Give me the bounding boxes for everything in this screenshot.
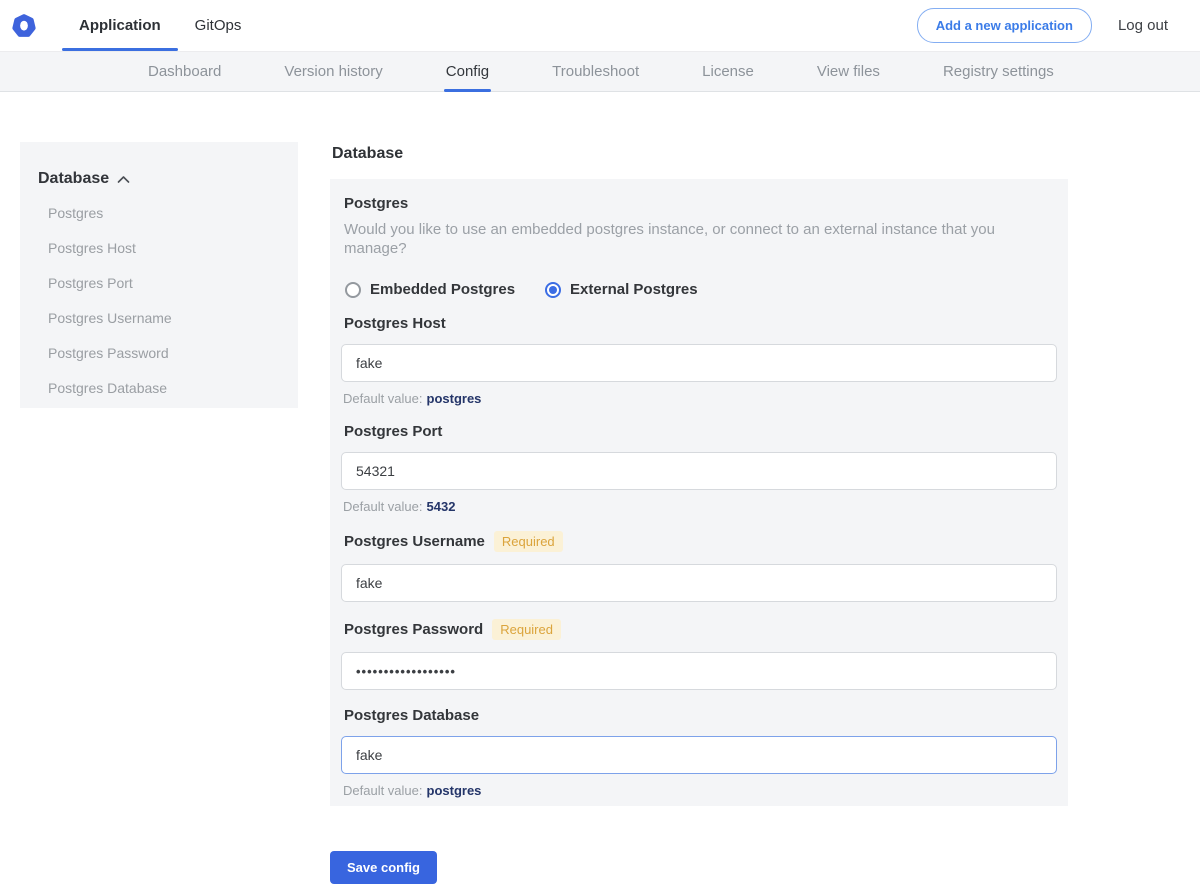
field-label: Postgres Port <box>344 423 442 440</box>
save-config-button[interactable]: Save config <box>330 851 437 884</box>
subnav-config[interactable]: Config <box>446 52 489 91</box>
radio-embedded-postgres-label: Embedded Postgres <box>370 281 515 298</box>
field-postgres-password: Postgres Password Required <box>341 619 1057 690</box>
postgres-host-input[interactable] <box>341 344 1057 382</box>
default-value-prefix: Default value: <box>343 391 423 406</box>
config-group-card: Postgres Would you like to use an embedd… <box>330 179 1068 806</box>
postgres-username-input[interactable] <box>341 564 1057 602</box>
logout-button[interactable]: Log out <box>1118 17 1168 34</box>
radio-selected-icon <box>545 282 561 298</box>
field-label: Postgres Password <box>344 621 483 638</box>
sidebar-items: Postgres Postgres Host Postgres Port Pos… <box>38 204 280 398</box>
app-logo-icon[interactable] <box>10 12 38 40</box>
default-value: 5432 <box>427 499 456 514</box>
default-value-line: Default value: postgres <box>343 391 1057 406</box>
radio-external-postgres-label: External Postgres <box>570 281 698 298</box>
default-value-prefix: Default value: <box>343 499 423 514</box>
tab-gitops-label: GitOps <box>195 17 242 34</box>
default-value: postgres <box>427 783 482 798</box>
add-application-button[interactable]: Add a new application <box>917 8 1092 43</box>
page-title: Database <box>332 145 1068 163</box>
app-subnav: Dashboard Version history Config Trouble… <box>0 51 1200 92</box>
sidebar-item-postgres-host[interactable]: Postgres Host <box>38 239 280 258</box>
default-value-line: Default value: postgres <box>343 783 1057 798</box>
radio-unselected-icon <box>345 282 361 298</box>
postgres-port-input[interactable] <box>341 452 1057 490</box>
subnav-troubleshoot[interactable]: Troubleshoot <box>552 52 639 91</box>
sidebar-item-postgres-database[interactable]: Postgres Database <box>38 379 280 398</box>
field-postgres-host: Postgres Host Default value: postgres <box>341 315 1057 406</box>
field-postgres-username: Postgres Username Required <box>341 531 1057 602</box>
top-nav-bar: Application GitOps Add a new application… <box>0 0 1200 51</box>
subnav-version-history[interactable]: Version history <box>284 52 382 91</box>
sidebar-item-postgres-username[interactable]: Postgres Username <box>38 309 280 328</box>
subnav-registry-settings[interactable]: Registry settings <box>943 52 1054 91</box>
subnav-dashboard[interactable]: Dashboard <box>148 52 221 91</box>
config-content: Database Postgres Postgres Host Postgres… <box>0 92 1200 884</box>
field-postgres-port: Postgres Port Default value: 5432 <box>341 423 1057 514</box>
sidebar-item-postgres-port[interactable]: Postgres Port <box>38 274 280 293</box>
field-label: Postgres Username <box>344 533 485 550</box>
required-badge: Required <box>492 619 561 640</box>
field-label: Postgres Host <box>344 315 446 332</box>
sidebar-item-postgres[interactable]: Postgres <box>38 204 280 223</box>
tab-gitops[interactable]: GitOps <box>178 0 259 51</box>
radio-external-postgres[interactable]: External Postgres <box>545 281 698 298</box>
default-value-prefix: Default value: <box>343 783 423 798</box>
tab-application[interactable]: Application <box>62 0 178 51</box>
subnav-view-files[interactable]: View files <box>817 52 880 91</box>
radio-embedded-postgres[interactable]: Embedded Postgres <box>345 281 515 298</box>
default-value: postgres <box>427 391 482 406</box>
required-badge: Required <box>494 531 563 552</box>
sidebar-group-database[interactable]: Database <box>38 170 280 188</box>
config-sidebar: Database Postgres Postgres Host Postgres… <box>20 142 298 408</box>
sidebar-group-label: Database <box>38 170 109 188</box>
subnav-license[interactable]: License <box>702 52 754 91</box>
postgres-database-input[interactable] <box>341 736 1057 774</box>
postgres-radio-group: Embedded Postgres External Postgres <box>345 281 1057 298</box>
top-tabs: Application GitOps <box>62 0 258 51</box>
admin-console: Application GitOps Add a new application… <box>0 0 1200 874</box>
postgres-password-input[interactable] <box>341 652 1057 690</box>
field-label: Postgres Database <box>344 707 479 724</box>
chevron-up-icon <box>117 175 130 184</box>
group-help-text: Would you like to use an embedded postgr… <box>344 220 1057 258</box>
field-postgres-database: Postgres Database Default value: postgres <box>341 707 1057 798</box>
tab-application-label: Application <box>79 17 161 34</box>
config-main: Database Postgres Would you like to use … <box>330 142 1068 884</box>
sidebar-item-postgres-password[interactable]: Postgres Password <box>38 344 280 363</box>
group-label-postgres: Postgres <box>344 195 1057 212</box>
default-value-line: Default value: 5432 <box>343 499 1057 514</box>
